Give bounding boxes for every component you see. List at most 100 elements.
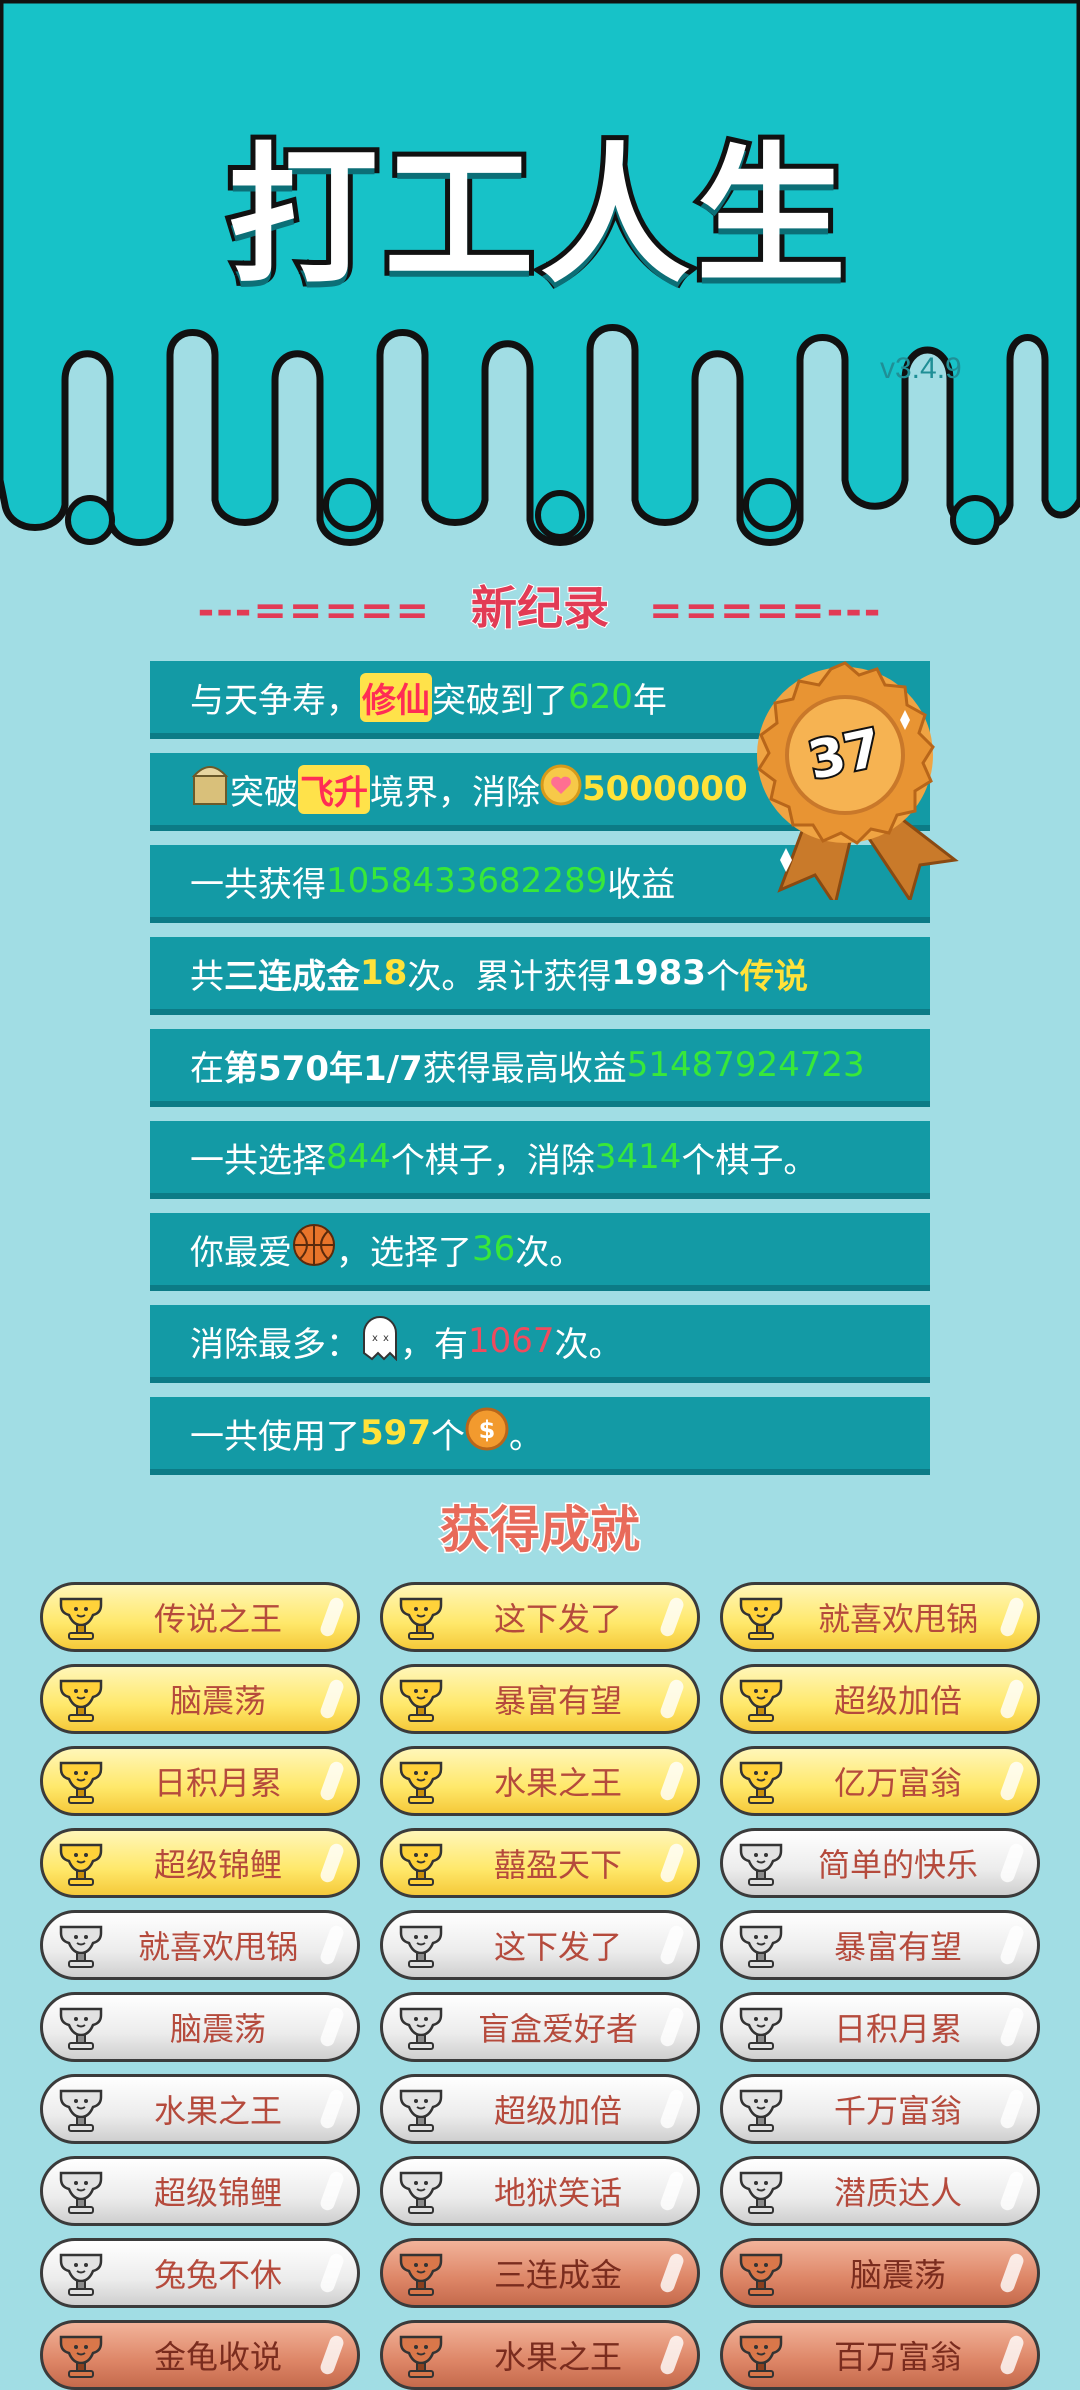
trophy-icon [739, 2089, 783, 2132]
achievement-badge[interactable]: 就喜欢甩锅 [720, 1582, 1040, 1652]
record-text: 共 [190, 956, 224, 997]
achievement-badge[interactable]: 暴富有望 [720, 1910, 1040, 1980]
trophy-icon [739, 1843, 783, 1886]
record-text: 获得最高收益 [422, 1048, 627, 1089]
bucket-icon [190, 762, 230, 817]
medal-icon: 37 [756, 661, 959, 900]
achievement-label: 这下发了 [493, 1600, 622, 1638]
achievement-label: 脑震荡 [849, 2256, 946, 2294]
trophy-icon [399, 2007, 443, 2050]
record-text: 一共选择 [190, 1140, 326, 1181]
achievement-badge[interactable]: 简单的快乐 [720, 1828, 1040, 1898]
achievement-badge[interactable]: 水果之王 [40, 2074, 360, 2144]
trophy-icon [59, 2089, 103, 2132]
trophy-icon [739, 2007, 783, 2050]
record-title: 新纪录 [470, 580, 610, 636]
record-text: ，有 [400, 1324, 468, 1365]
trophy-icon [59, 2253, 103, 2296]
record-text: 36 [472, 1229, 516, 1269]
achievement-badge[interactable]: 金龟收说 [40, 2320, 360, 2390]
trophy-icon [399, 2089, 443, 2132]
record-row: 你最爱 ，选择了 36 次。 [150, 1213, 930, 1291]
achievement-badge[interactable]: 脑震荡 [40, 1664, 360, 1734]
trophy-icon [399, 1679, 443, 1722]
achievement-badge[interactable]: 兔兔不休 [40, 2238, 360, 2308]
achievement-badge[interactable]: 千万富翁 [720, 2074, 1040, 2144]
record-text: 突破 [230, 772, 298, 813]
achievement-badge[interactable]: 超级锦鲤 [40, 2156, 360, 2226]
achievement-label: 地狱笑话 [493, 2174, 622, 2212]
achievement-label: 水果之王 [153, 2092, 282, 2130]
version-label: v3.4.9 [880, 352, 962, 385]
achievement-label: 潜质达人 [833, 2174, 962, 2212]
achievement-badge[interactable]: 暴富有望 [380, 1664, 700, 1734]
achievement-badge[interactable]: 潜质达人 [720, 2156, 1040, 2226]
trophy-icon [59, 1761, 103, 1804]
record-text: 你最爱 [190, 1232, 292, 1273]
achievement-badge[interactable]: 这下发了 [380, 1910, 700, 1980]
achievement-label: 超级加倍 [833, 1682, 962, 1720]
record-text: 次。累计获得 [407, 956, 612, 997]
achievement-badge[interactable]: 地狱笑话 [380, 2156, 700, 2226]
achievement-badge[interactable]: 脑震荡 [720, 2238, 1040, 2308]
record-text: 620 [568, 677, 633, 717]
record-text: 次。 [554, 1324, 623, 1365]
record-text: 突破到了 [432, 680, 568, 721]
achievements-title: 获得成就 [439, 1500, 642, 1561]
achievement-badge[interactable]: 盲盒爱好者 [380, 1992, 700, 2062]
record-text: 个棋子。 [681, 1140, 818, 1181]
achievement-label: 水果之王 [493, 2338, 622, 2376]
record-text: 三连成金 [224, 956, 360, 997]
achievement-badge[interactable]: 传说之王 [40, 1582, 360, 1652]
record-row: 在 第570年1/7 获得最高收益 51487924723 [150, 1029, 930, 1107]
record-text: ，选择了 [336, 1232, 472, 1273]
trophy-icon [59, 1925, 103, 1968]
record-text: 次。 [515, 1232, 584, 1273]
trophy-icon [739, 2335, 783, 2378]
trophy-icon [59, 1597, 103, 1640]
achievement-label: 三连成金 [493, 2256, 622, 2294]
record-text: 第570年1/7 [224, 1048, 423, 1089]
achievement-badge[interactable]: 脑震荡 [40, 1992, 360, 2062]
achievement-badge[interactable]: 就喜欢甩锅 [40, 1910, 360, 1980]
achievement-label: 简单的快乐 [817, 1846, 978, 1884]
record-text: 一共使用了 [190, 1416, 360, 1457]
record-text: 个棋子，消除 [390, 1140, 595, 1181]
achievement-label: 这下发了 [493, 1928, 622, 1966]
trophy-icon [59, 1679, 103, 1722]
achievement-label: 水果之王 [493, 1764, 622, 1802]
record-text: 3414 [594, 1137, 682, 1177]
record-text: 。 [508, 1416, 543, 1457]
record-text: 844 [326, 1137, 391, 1177]
record-text: 18 [360, 953, 408, 993]
achievement-badge[interactable]: 超级加倍 [380, 2074, 700, 2144]
trophy-icon [399, 2171, 443, 2214]
achievement-grid: 传说之王 这下发了 就喜欢甩锅 脑震荡 暴富有望 超级加倍 日积月累 水果之王 亿万富翁 超级锦鲤… [40, 1582, 1050, 2390]
record-text: 5000000 [582, 769, 748, 809]
trophy-icon [739, 2253, 783, 2296]
achievement-badge[interactable]: 水果之王 [380, 2320, 700, 2390]
trophy-icon [399, 1925, 443, 1968]
trophy-icon [399, 1843, 443, 1886]
record-text: 一共获得 [190, 864, 326, 905]
record-text: 境界，消除 [370, 772, 540, 813]
achievement-badge[interactable]: 超级加倍 [720, 1664, 1040, 1734]
trophy-icon [739, 1679, 783, 1722]
achievement-label: 脑震荡 [169, 1682, 266, 1720]
achievement-badge[interactable]: 百万富翁 [720, 2320, 1040, 2390]
achievement-badge[interactable]: 水果之王 [380, 1746, 700, 1816]
achievement-badge[interactable]: 囍盈天下 [380, 1828, 700, 1898]
achievement-badge[interactable]: 日积月累 [720, 1992, 1040, 2062]
achievement-badge[interactable]: 这下发了 [380, 1582, 700, 1652]
trophy-icon [739, 1761, 783, 1804]
achievement-badge[interactable]: 三连成金 [380, 2238, 700, 2308]
achievement-badge[interactable]: 超级锦鲤 [40, 1828, 360, 1898]
record-row: 共三连成金 18 次。累计获得 1983 个传说 [150, 937, 930, 1015]
achievement-badge[interactable]: 日积月累 [40, 1746, 360, 1816]
record-text: 消除最多： [190, 1324, 360, 1365]
trophy-icon [739, 1925, 783, 1968]
achievement-label: 盲盒爱好者 [477, 2010, 638, 2048]
achievement-badge[interactable]: 亿万富翁 [720, 1746, 1040, 1816]
achievement-label: 兔兔不休 [153, 2256, 282, 2294]
record-dash-right: =====--- [649, 588, 883, 634]
